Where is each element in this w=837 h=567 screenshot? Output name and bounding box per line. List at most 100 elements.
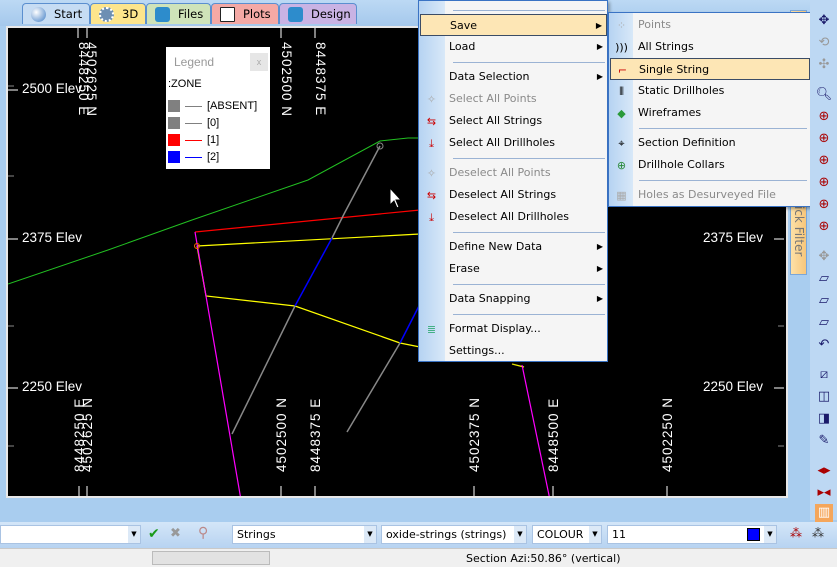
save-strings-icon: ))) bbox=[615, 41, 628, 54]
drillhole-collars-icon: ⊕ bbox=[616, 159, 627, 172]
format-display-icon: ≣ bbox=[426, 323, 437, 336]
submenu-item-wireframes[interactable]: ◆ Wireframes bbox=[610, 102, 810, 124]
bottom-coord-label: 4502250 N bbox=[660, 396, 675, 472]
mode-select[interactable]: COLOUR ▼ bbox=[532, 525, 602, 544]
wireframe-icon: ◆ bbox=[617, 107, 626, 120]
legend-close-button[interactable]: x bbox=[250, 53, 268, 71]
points-icon[interactable]: ⁂ bbox=[790, 526, 802, 540]
select-points-icon[interactable]: ⁂ bbox=[812, 526, 824, 540]
data-type-select[interactable]: Strings ▼ bbox=[232, 525, 377, 544]
submenu-item-section-definition[interactable]: ⌖ Section Definition bbox=[610, 132, 810, 154]
save-submenu: ⁘ Points ))) All Strings ⌐ Single String ⫴ S… bbox=[608, 12, 812, 207]
top-coord-label: 8448375 E bbox=[313, 42, 328, 117]
drillhole-1 bbox=[331, 145, 381, 239]
menu-item-deselect-all-points[interactable]: ✧ Deselect All Points bbox=[420, 162, 607, 184]
submenu-item-single-string[interactable]: ⌐ Single String bbox=[610, 58, 810, 80]
magenta-string bbox=[194, 231, 241, 496]
tab-start[interactable]: Start bbox=[22, 3, 90, 24]
zone1-string bbox=[194, 209, 421, 233]
move-icon[interactable]: ✣ bbox=[815, 56, 833, 74]
file-select[interactable]: oxide-strings (strings) ▼ bbox=[381, 525, 527, 544]
legend-item: [2] bbox=[168, 151, 219, 163]
menu-item-format-display[interactable]: ≣ Format Display... bbox=[420, 318, 607, 340]
menu-item-save[interactable]: Save ▶ bbox=[420, 14, 607, 36]
drillhole-2 bbox=[346, 342, 401, 433]
tab-plots[interactable]: Plots bbox=[211, 3, 279, 24]
elev-label-2375: 2375 Elev bbox=[22, 230, 83, 245]
menu-item-settings[interactable]: Settings... bbox=[420, 340, 607, 362]
menu-item-select-all-strings[interactable]: ⇆ Select All Strings bbox=[420, 110, 607, 132]
zoom-all-icon[interactable]: ⊕ bbox=[815, 108, 833, 126]
top-coord-label: 4502500 N bbox=[279, 42, 294, 118]
menu-item-deselect-all-drillholes[interactable]: ⤓ Deselect All Drillholes bbox=[420, 206, 607, 228]
select-strings-icon: ⇆ bbox=[426, 115, 437, 128]
elev-label-2375-right: 2375 Elev bbox=[703, 230, 764, 245]
globe-icon bbox=[31, 6, 46, 22]
submenu-item-static-drillholes[interactable]: ⫴ Static Drillholes bbox=[610, 80, 810, 102]
tab-files[interactable]: Files bbox=[146, 3, 211, 24]
files-icon bbox=[155, 6, 170, 22]
elev-label-2250-right: 2250 Elev bbox=[703, 379, 764, 394]
menu-item-select-all-points[interactable]: ✧ Select All Points bbox=[420, 88, 607, 110]
legend-field: :ZONE bbox=[168, 78, 202, 90]
wand-icon: ✧ bbox=[426, 93, 437, 106]
expand-icon[interactable]: ◂▸ bbox=[815, 462, 833, 480]
zoom-plan-icon[interactable]: ⊕ bbox=[815, 130, 833, 148]
submenu-item-drillhole-collars[interactable]: ⊕ Drillhole Collars bbox=[610, 154, 810, 176]
colour-swatch[interactable] bbox=[747, 528, 760, 541]
plane-2-point-icon[interactable]: ▱ bbox=[815, 292, 833, 310]
menu-item-data-selection[interactable]: Data Selection ▶ bbox=[420, 66, 607, 88]
deselect-strings-icon: ⇆ bbox=[426, 189, 437, 202]
rotate-icon[interactable]: ⟲ bbox=[815, 34, 833, 52]
zoom-north-icon[interactable]: ⊕ bbox=[815, 152, 833, 170]
check-icon[interactable]: ✔ bbox=[148, 526, 160, 542]
zoom-window-icon[interactable]: 🔍︎ bbox=[815, 86, 833, 104]
plane-rotate-icon[interactable]: ↶ bbox=[815, 336, 833, 354]
tab-3d[interactable]: 3D bbox=[90, 3, 146, 24]
contract-icon[interactable]: ▸◂ bbox=[815, 484, 833, 502]
legend-panel: Legend x :ZONE [ABSENT] [0] [1] [2] bbox=[166, 47, 270, 169]
status-bar: Section Azi:50.86° (vertical) bbox=[0, 548, 837, 567]
menu-item-data-snapping[interactable]: Data Snapping ▶ bbox=[420, 288, 607, 310]
plane-1-point-icon[interactable]: ▱ bbox=[815, 270, 833, 288]
save-drillholes-icon: ⫴ bbox=[619, 85, 624, 98]
design-icon bbox=[288, 6, 303, 22]
plane-3-point-icon[interactable]: ▱ bbox=[815, 314, 833, 332]
menu-item-define-new-data[interactable]: Define New Data ▶ bbox=[420, 236, 607, 258]
yellow-string-lower bbox=[196, 245, 421, 348]
top-coord-label: 4502625 N bbox=[84, 42, 99, 118]
wand-icon: ✧ bbox=[426, 167, 437, 180]
right-toolbar: ✥ ⟲ ✣ 🔍︎ ⊕ ⊕ ⊕ ⊕ ⊕ ⊕ ✥ ▱ ▱ ▱ ↶ ⧄ ◫ ◨ ✎ ◂… bbox=[810, 0, 837, 522]
edit-section-icon[interactable]: ✎ bbox=[815, 432, 833, 450]
legend-item: [0] bbox=[168, 117, 219, 129]
tab-design[interactable]: Design bbox=[279, 3, 357, 24]
legend-item: [ABSENT] bbox=[168, 100, 257, 112]
bottom-coord-label: 4502625 N bbox=[80, 396, 95, 472]
deselect-drillholes-icon: ⤓ bbox=[429, 211, 434, 224]
bottom-coord-label: 8448375 E bbox=[308, 397, 323, 472]
plan-view-icon[interactable]: ⧄ bbox=[815, 366, 833, 384]
pan-disabled-icon[interactable]: ✥ bbox=[815, 248, 833, 266]
3d-icon bbox=[99, 6, 114, 22]
zoom-west-icon[interactable]: ⊕ bbox=[815, 218, 833, 236]
submenu-item-points[interactable]: ⁘ Points bbox=[610, 14, 810, 36]
submenu-item-holes-desurveyed[interactable]: ▦ Holes as Desurveyed File bbox=[610, 184, 810, 206]
value-input[interactable]: 11 ▼ bbox=[607, 525, 777, 544]
cancel-icon[interactable]: ✖ bbox=[170, 526, 181, 541]
menu-item-load[interactable]: Load ▶ bbox=[420, 36, 607, 58]
section-status: Section Azi:50.86° (vertical) bbox=[466, 552, 621, 565]
zoom-east-icon[interactable]: ⊕ bbox=[815, 174, 833, 192]
menu-item-deselect-all-strings[interactable]: ⇆ Deselect All Strings bbox=[420, 184, 607, 206]
command-input[interactable]: ▼ bbox=[0, 525, 141, 544]
elev-label-2500: 2500 Elev bbox=[22, 81, 83, 96]
context-menu: Save ▶ Load ▶ Data Selection ▶ ✧ Select All … bbox=[418, 0, 608, 362]
pan-icon[interactable]: ✥ bbox=[815, 12, 833, 30]
ns-section-icon[interactable]: ◫ bbox=[815, 388, 833, 406]
ew-section-icon[interactable]: ◨ bbox=[815, 410, 833, 428]
submenu-item-all-strings[interactable]: ))) All Strings bbox=[610, 36, 810, 58]
menu-item-erase[interactable]: Erase ▶ bbox=[420, 258, 607, 280]
panel-icon[interactable]: ▥ bbox=[815, 504, 833, 522]
search-icon[interactable]: ⚲ bbox=[198, 525, 208, 541]
zoom-south-icon[interactable]: ⊕ bbox=[815, 196, 833, 214]
menu-item-select-all-drillholes[interactable]: ⤓ Select All Drillholes bbox=[420, 132, 607, 154]
